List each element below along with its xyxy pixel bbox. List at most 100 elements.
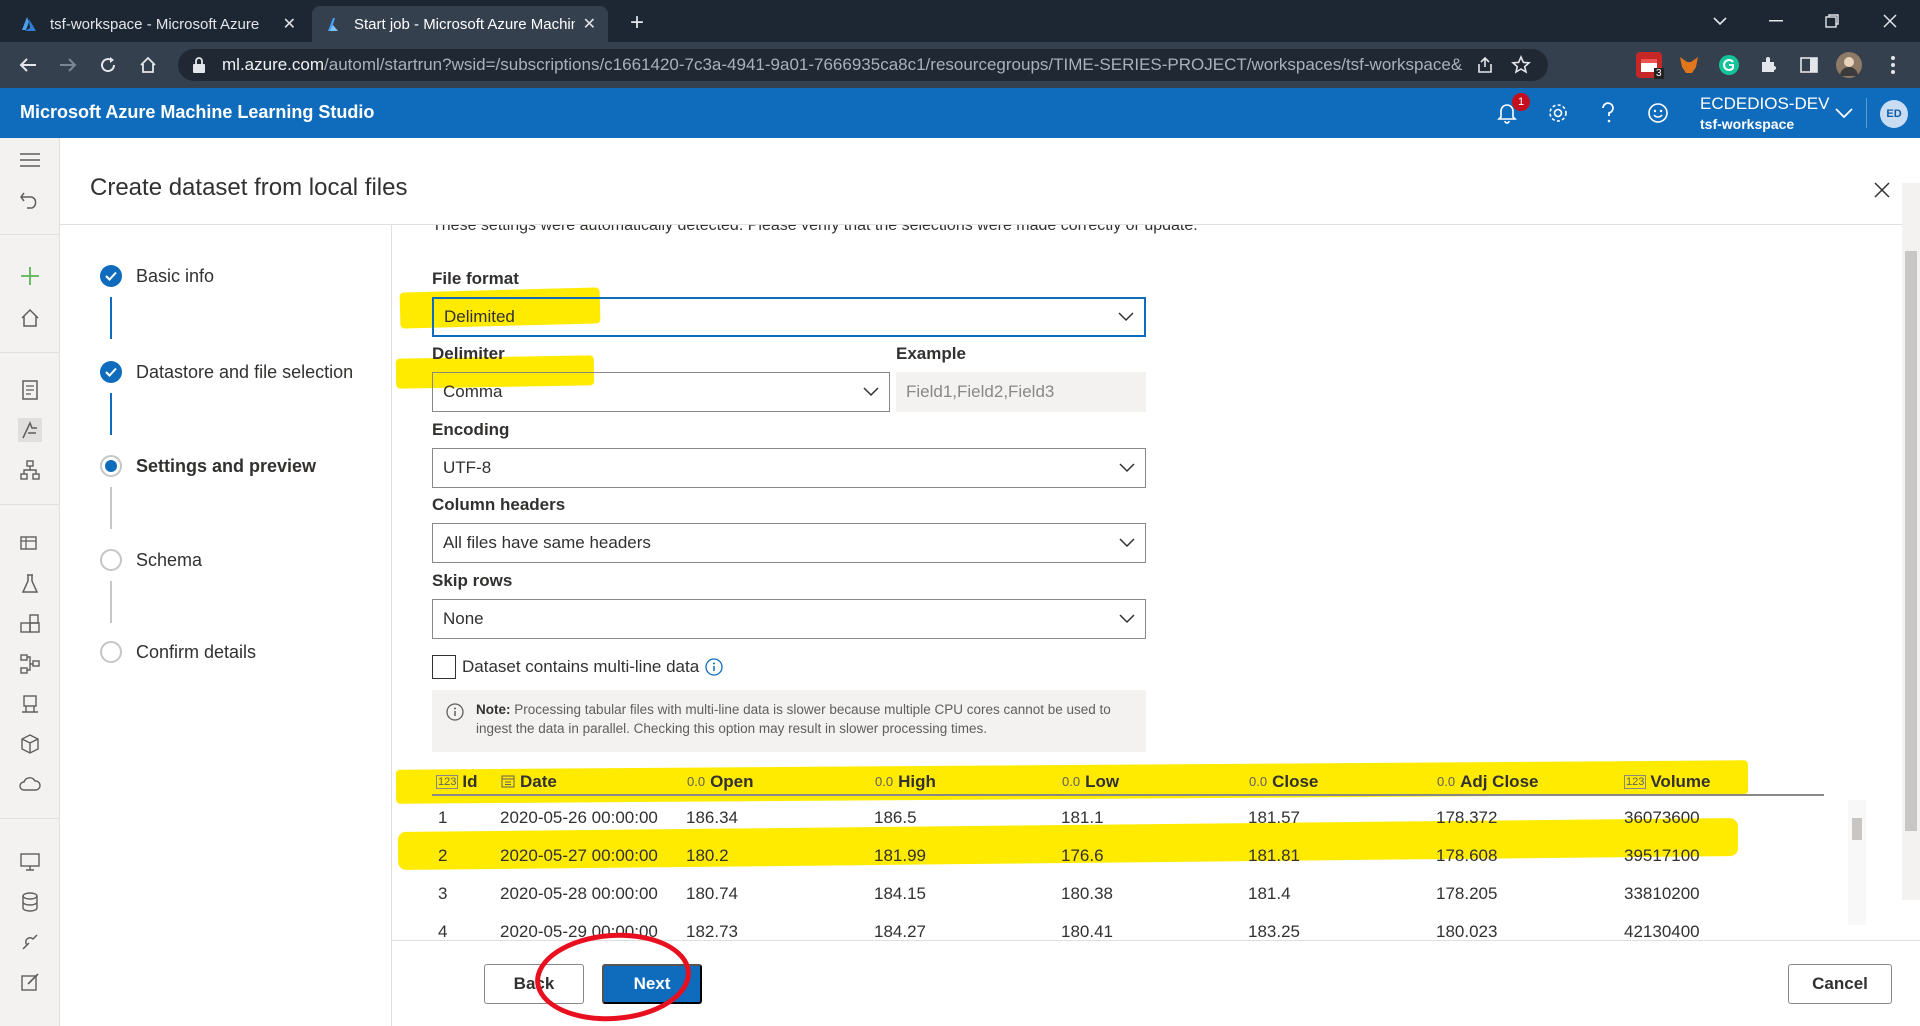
home-icon[interactable] (132, 49, 164, 81)
pending-step-circle-icon (100, 549, 122, 571)
file-format-dropdown[interactable]: Delimited (432, 297, 1146, 337)
scrollbar-thumb[interactable] (1852, 818, 1862, 840)
step-datastore-file-selection[interactable]: Datastore and file selection (100, 361, 353, 383)
browser-tab-workspace[interactable]: tsf-workspace - Microsoft Azure ✕ (8, 6, 308, 42)
datastores-icon[interactable] (18, 890, 42, 914)
column-header-high[interactable]: 0.0 High (874, 772, 936, 792)
step-confirm-details[interactable]: Confirm details (100, 641, 256, 663)
settings-gear-icon[interactable] (1545, 100, 1571, 126)
undo-back-icon[interactable] (18, 188, 42, 212)
tab-close-icon[interactable]: ✕ (583, 14, 596, 34)
skip-rows-value: None (443, 609, 484, 628)
step-basic-info[interactable]: Basic info (100, 265, 214, 287)
extensions-puzzle-icon[interactable] (1756, 52, 1782, 78)
tab-title: Start job - Microsoft Azure Machine Lear… (354, 15, 575, 33)
cell-high: 186.5 (874, 808, 917, 827)
panel-scrollbar[interactable] (1902, 183, 1920, 900)
close-window-icon[interactable] (1862, 0, 1918, 42)
encoding-dropdown[interactable]: UTF-8 (432, 448, 1146, 488)
lock-icon (193, 57, 205, 73)
star-bookmark-icon[interactable] (1508, 52, 1534, 78)
table-scrollbar[interactable] (1848, 800, 1866, 925)
notebooks-icon[interactable] (18, 378, 42, 402)
azure-ml-icon (328, 18, 338, 31)
browser-tab-start-job[interactable]: Start job - Microsoft Azure Machine Lear… (312, 6, 608, 42)
profile-avatar-icon[interactable] (1836, 52, 1862, 78)
side-panel-icon[interactable] (1796, 52, 1822, 78)
cell-low: 181.1 (1061, 808, 1104, 827)
account-name: ECDEDIOS-DEV (1700, 94, 1830, 113)
metamask-fox-icon[interactable] (1676, 52, 1702, 78)
cell-volume: 33810200 (1624, 884, 1700, 903)
pipelines-icon[interactable] (18, 652, 42, 676)
address-bar[interactable]: ml.azure.com/automl/startrun?wsid=/subsc… (178, 49, 1548, 81)
studio-title[interactable]: Microsoft Azure Machine Learning Studio (20, 102, 374, 123)
url-path: /automl/startrun?wsid=/subscriptions/c16… (324, 55, 1462, 74)
column-headers-label: Column headers (432, 495, 566, 514)
account-switcher[interactable]: ECDEDIOS-DEV tsf-workspace (1700, 94, 1829, 132)
automated-ml-icon[interactable] (18, 418, 42, 442)
tab-search-icon[interactable] (1692, 0, 1748, 42)
new-plus-icon[interactable] (18, 264, 42, 288)
step-label: Settings and preview (136, 455, 317, 476)
components-icon[interactable] (18, 612, 42, 636)
account-chevron-down-icon[interactable] (1831, 100, 1857, 126)
tab-close-icon[interactable]: ✕ (283, 14, 296, 34)
environments-icon[interactable] (18, 692, 42, 716)
data-labeling-icon[interactable] (18, 970, 42, 994)
compute-icon[interactable] (18, 850, 42, 874)
minimize-icon[interactable] (1748, 0, 1804, 42)
url-text: ml.azure.com/automl/startrun?wsid=/subsc… (222, 55, 1462, 75)
data-icon[interactable] (18, 532, 42, 556)
column-header-date[interactable]: Date (500, 772, 557, 792)
column-header-volume[interactable]: 123 Volume (1624, 772, 1711, 792)
close-icon[interactable] (1870, 178, 1894, 202)
new-tab-button[interactable]: + (622, 8, 652, 38)
reload-icon[interactable] (92, 49, 124, 81)
multiline-checkbox[interactable] (432, 655, 456, 679)
help-question-icon[interactable] (1595, 100, 1621, 126)
hamburger-menu-icon[interactable] (18, 148, 42, 172)
cell-low: 176.6 (1061, 846, 1104, 865)
jobs-flask-icon[interactable] (18, 572, 42, 596)
cell-id: 4 (438, 922, 448, 940)
step-schema[interactable]: Schema (100, 549, 202, 571)
column-name: Low (1085, 772, 1120, 791)
column-header-adj-close[interactable]: 0.0 Adj Close (1436, 772, 1538, 792)
home-icon[interactable] (18, 306, 42, 330)
designer-icon[interactable] (18, 458, 42, 482)
cell-date: 2020-05-27 00:00:00 (500, 846, 658, 865)
back-arrow-icon[interactable] (12, 49, 44, 81)
column-header-open[interactable]: 0.0 Open (686, 772, 754, 792)
feedback-smiley-icon[interactable] (1645, 100, 1671, 126)
delimiter-dropdown[interactable]: Comma (432, 372, 890, 412)
encoding-label: Encoding (432, 420, 510, 439)
multiline-checkbox-row[interactable]: Dataset contains multi-line data (432, 655, 723, 679)
chevron-down-icon (1118, 312, 1134, 322)
skip-rows-dropdown[interactable]: None (432, 599, 1146, 639)
user-avatar[interactable]: ED (1880, 100, 1908, 128)
share-icon[interactable] (1472, 52, 1498, 78)
skip-rows-label: Skip rows (432, 571, 513, 590)
cell-open: 180.74 (686, 884, 738, 903)
decimal-type-icon: 0.0 (1437, 774, 1456, 789)
endpoints-cloud-icon[interactable] (18, 772, 42, 796)
example-label: Example (896, 344, 966, 363)
integer-type-icon: 123 (436, 775, 459, 789)
column-header-id[interactable]: 123 Id (436, 772, 477, 792)
browser-menu-icon[interactable] (1880, 52, 1906, 78)
column-headers-dropdown[interactable]: All files have same headers (432, 523, 1146, 563)
scrollbar-thumb[interactable] (1905, 251, 1917, 831)
column-header-low[interactable]: 0.0 Low (1061, 772, 1119, 792)
table-row: 3 2020-05-28 00:00:00 180.74 184.15 180.… (432, 874, 1824, 912)
step-settings-preview[interactable]: Settings and preview (100, 455, 316, 477)
info-icon[interactable] (705, 658, 723, 676)
cell-adj-close: 178.608 (1436, 846, 1498, 865)
restore-icon[interactable] (1804, 0, 1860, 42)
forward-arrow-icon[interactable] (52, 49, 84, 81)
cancel-button[interactable]: Cancel (1788, 964, 1892, 1004)
linked-services-icon[interactable] (18, 930, 42, 954)
column-header-close[interactable]: 0.0 Close (1248, 772, 1318, 792)
grammarly-icon[interactable] (1716, 52, 1742, 78)
models-cube-icon[interactable] (18, 732, 42, 756)
